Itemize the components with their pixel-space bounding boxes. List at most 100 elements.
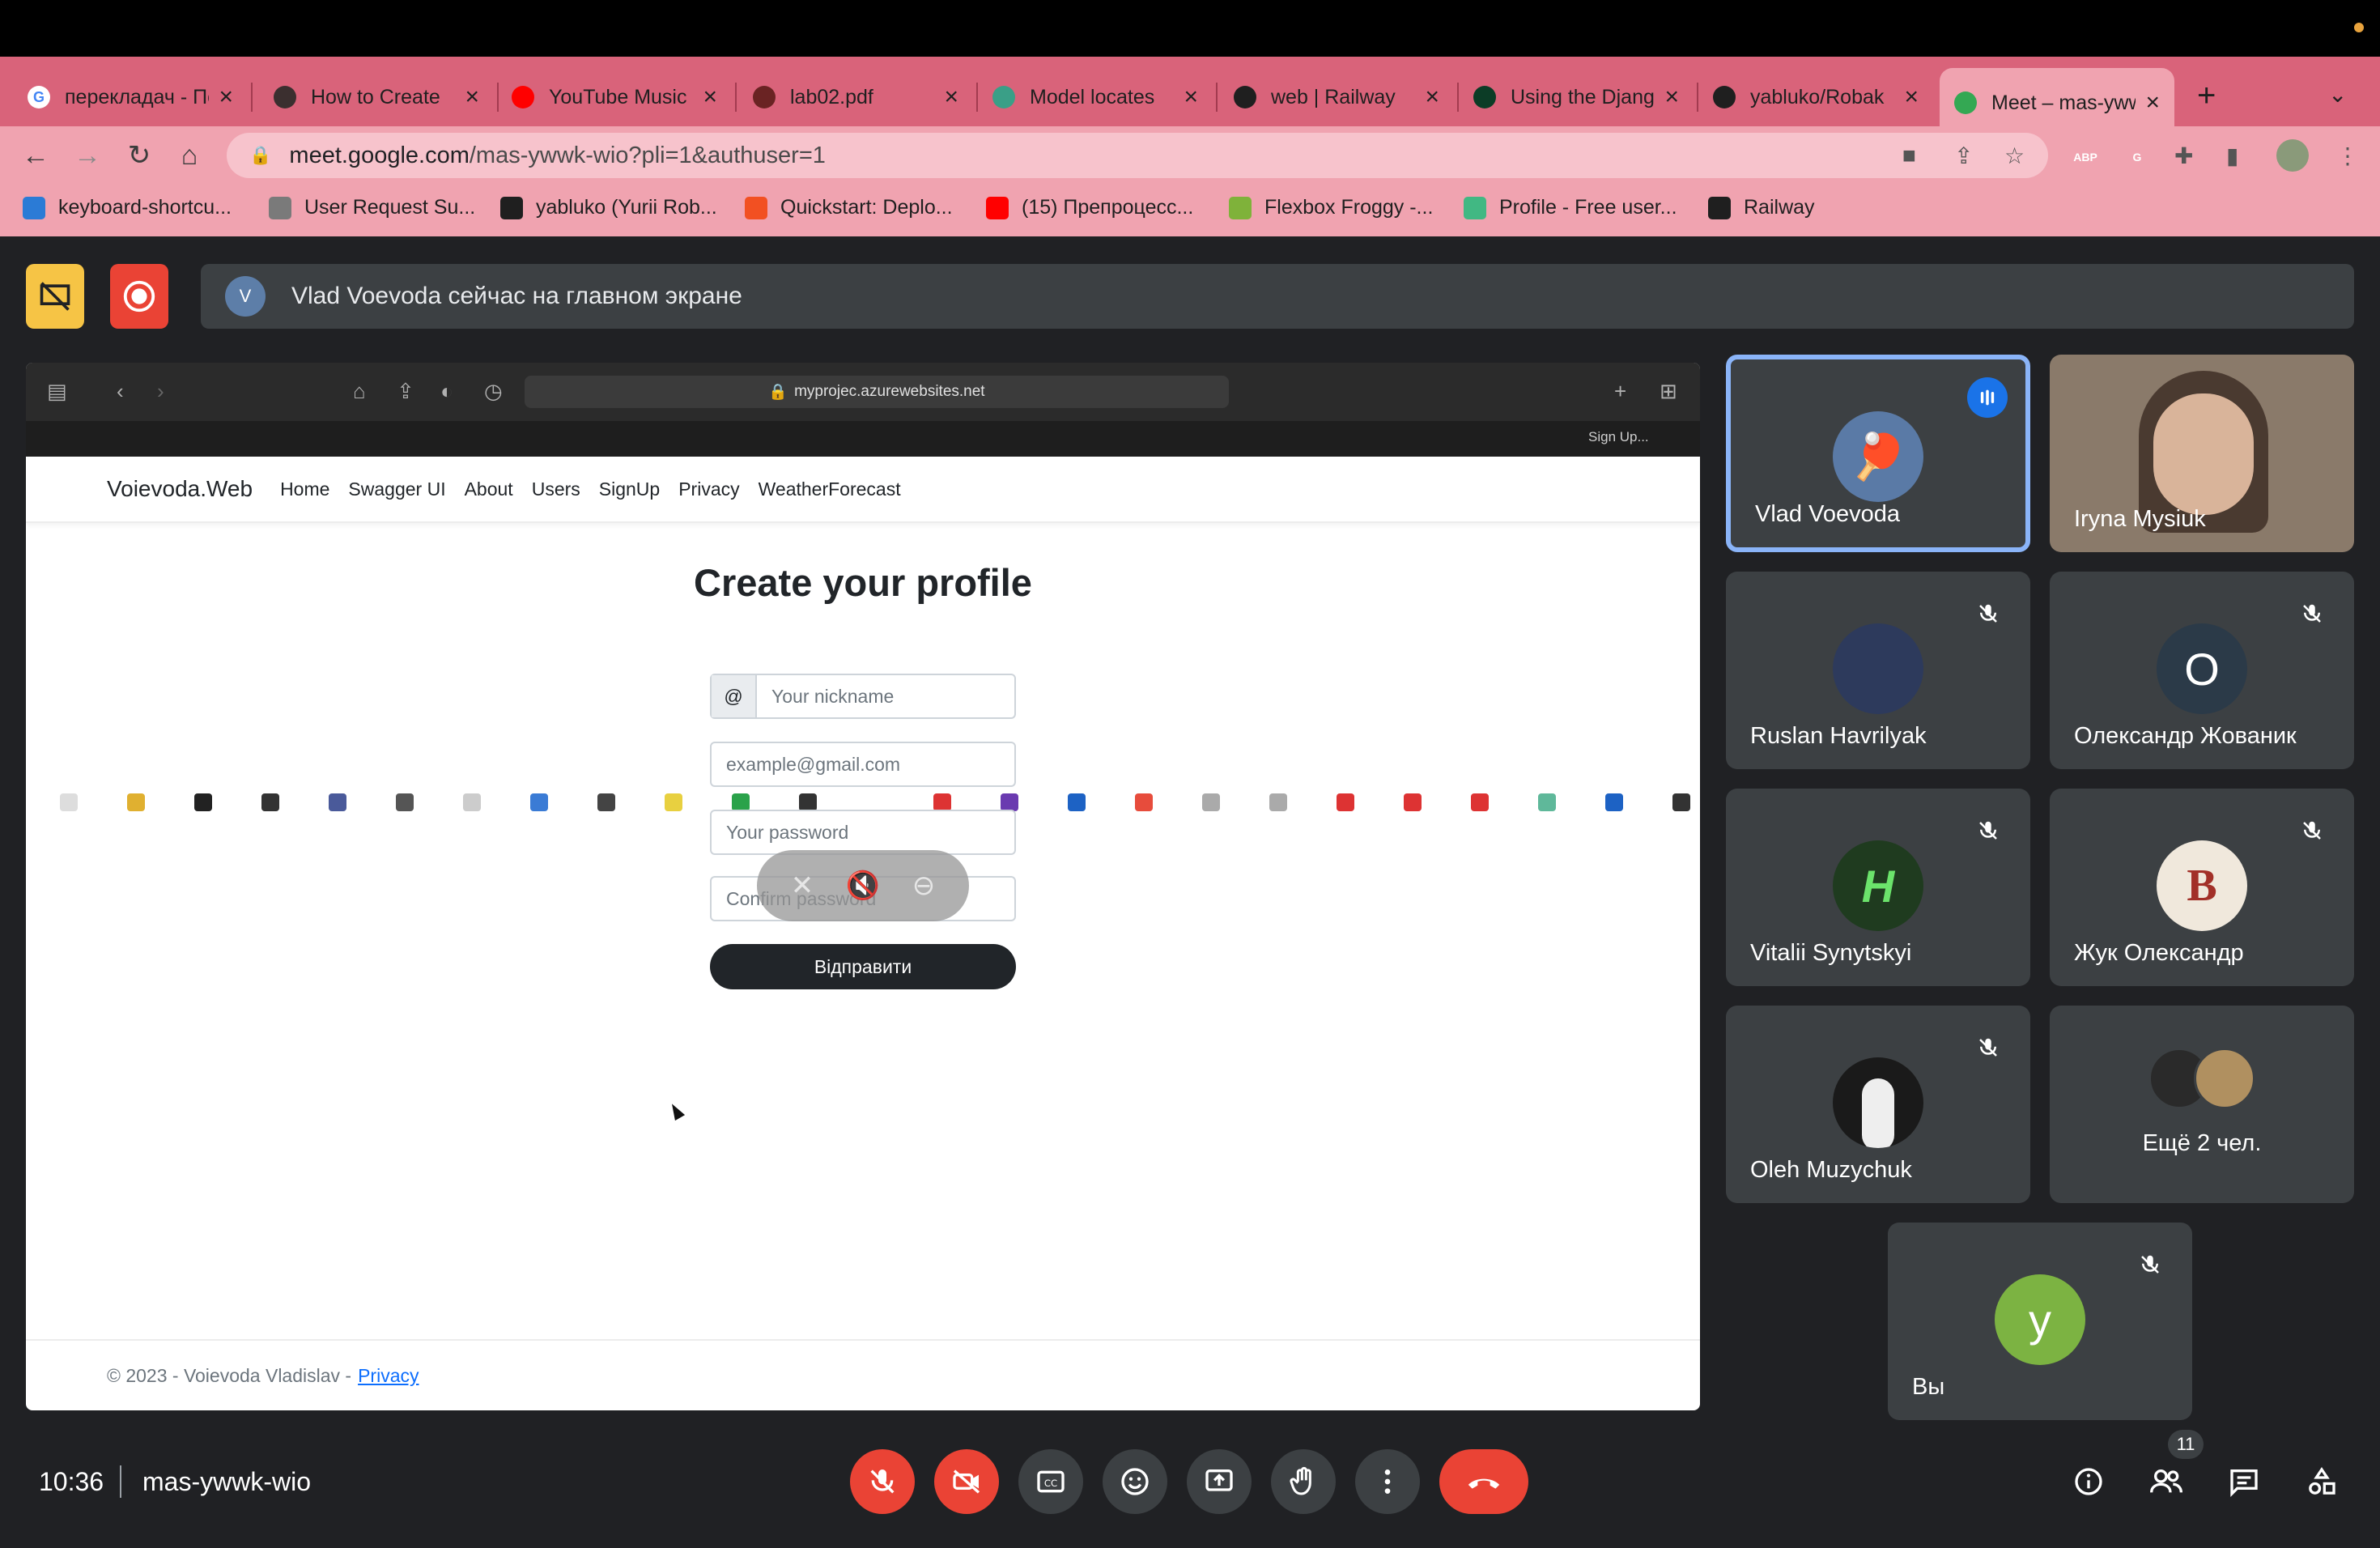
camera-toggle-button[interactable] xyxy=(934,1449,999,1514)
chat-icon[interactable] xyxy=(2225,1462,2263,1501)
present-button[interactable] xyxy=(1187,1449,1252,1514)
url-host: meet.google.com xyxy=(289,142,470,168)
presenter-avatar: V xyxy=(225,276,266,317)
captions-button[interactable]: CC xyxy=(1018,1449,1083,1514)
chrome-menu-icon[interactable]: ⋮ xyxy=(2336,142,2359,169)
tab-close-icon[interactable]: × xyxy=(703,83,717,111)
participant-tile-oleksandr[interactable]: О Олександр Жованик xyxy=(2050,572,2354,769)
email-field[interactable]: example@gmail.com xyxy=(710,742,1016,787)
participant-tile-zhuk[interactable]: B Жук Олександр xyxy=(2050,789,2354,986)
recording-button[interactable] xyxy=(110,264,168,329)
reactions-button[interactable] xyxy=(1103,1449,1167,1514)
tab-close-icon[interactable]: × xyxy=(2145,89,2160,117)
participant-tile-vlad[interactable]: 🏓 Vlad Voevoda xyxy=(1726,355,2030,552)
more-options-button[interactable] xyxy=(1355,1449,1420,1514)
nav-users[interactable]: Users xyxy=(532,478,580,500)
activities-icon[interactable] xyxy=(2302,1462,2341,1501)
shield-icon: ◐ xyxy=(440,379,453,403)
camera-indicator-icon[interactable]: ■ xyxy=(1902,142,1916,168)
participant-tile-self[interactable]: у Вы xyxy=(1888,1223,2192,1420)
bookmark-6[interactable]: Profile - Free user... xyxy=(1464,196,1677,219)
tab-close-icon[interactable]: × xyxy=(944,83,958,111)
bookmark-2[interactable]: yabluko (Yurii Rob... xyxy=(500,196,717,219)
bookmark-5[interactable]: Flexbox Froggy -... xyxy=(1229,196,1433,219)
tab-6[interactable]: Using the Django × xyxy=(1459,68,1694,126)
google-icon: G xyxy=(28,86,50,108)
bookmark-0[interactable]: keyboard-shortcu... xyxy=(23,196,232,219)
nav-swagger[interactable]: Swagger UI xyxy=(348,478,445,500)
avatar-icon xyxy=(274,86,296,108)
tab-1[interactable]: How to Create × xyxy=(259,68,494,126)
participant-tile-vitalii[interactable]: H Vitalii Synytskyi xyxy=(1726,789,2030,986)
tab-7[interactable]: yabluko/Robak × xyxy=(1698,68,1933,126)
no-video-layout-button[interactable] xyxy=(26,264,84,329)
status-dot-icon xyxy=(2354,23,2364,32)
submit-button[interactable]: Відправити xyxy=(710,944,1016,989)
address-bar[interactable]: 🔒 meet.google.com/mas-ywwk-wio?pli=1&aut… xyxy=(227,133,2048,178)
home-button[interactable]: ⌂ xyxy=(172,138,207,173)
tab-search-chevron-icon[interactable]: ⌄ xyxy=(2328,81,2347,108)
bookmark-7[interactable]: Railway xyxy=(1708,196,1815,219)
forward-button[interactable]: → xyxy=(70,138,105,173)
back-button[interactable]: ← xyxy=(18,138,53,173)
nickname-field[interactable]: @ Your nickname xyxy=(710,674,1016,719)
nav-weather[interactable]: WeatherForecast xyxy=(759,478,901,500)
tab-close-icon[interactable]: × xyxy=(1184,83,1198,111)
site-navbar: Voievoda.Web Home Swagger UI About Users… xyxy=(26,457,1700,523)
bookmark-3[interactable]: Quickstart: Deplo... xyxy=(745,196,953,219)
frog-icon xyxy=(1229,196,1252,219)
volume-off-icon[interactable]: 🔇 xyxy=(846,870,880,902)
tab-0[interactable]: Gперекладач - Пошук Google × xyxy=(13,68,248,126)
favorite-site-icon xyxy=(665,793,682,811)
favorite-site-icon xyxy=(1135,793,1153,811)
favorite-site-icon xyxy=(127,793,145,811)
footer-privacy-link[interactable]: Privacy xyxy=(358,1365,419,1387)
nav-about[interactable]: About xyxy=(465,478,513,500)
translate-extension-icon[interactable]: G xyxy=(2123,142,2152,172)
translate-label: G xyxy=(2132,151,2142,164)
nav-signup[interactable]: SignUp xyxy=(599,478,660,500)
tab-3[interactable]: lab02.pdf × xyxy=(738,68,973,126)
tab-close-icon[interactable]: × xyxy=(219,83,233,111)
tab-close-icon[interactable]: × xyxy=(1664,83,1679,111)
favorite-site-icon xyxy=(1269,793,1287,811)
bookmark-1[interactable]: User Request Su... xyxy=(269,196,475,219)
bookmark-4[interactable]: (15) Препроцесс... xyxy=(986,196,1193,219)
site-brand[interactable]: Voievoda.Web xyxy=(107,476,253,502)
participant-tile-ruslan[interactable]: Ruslan Havrilyak xyxy=(1726,572,2030,769)
participant-tile-oleh[interactable]: Oleh Muzychuk xyxy=(1726,1006,2030,1203)
nickname-placeholder: Your nickname xyxy=(771,685,895,707)
tab-4[interactable]: Model locates × xyxy=(978,68,1213,126)
bookmark-star-icon[interactable]: ☆ xyxy=(2004,142,2025,169)
reload-button[interactable]: ↻ xyxy=(121,138,157,173)
participant-avatar xyxy=(1833,1057,1923,1148)
tab-title: lab02.pdf xyxy=(790,85,873,108)
extensions-puzzle-icon[interactable]: ✚ xyxy=(2174,142,2193,169)
new-tab-button[interactable]: + xyxy=(2197,78,2216,114)
password-field[interactable]: Your password xyxy=(710,810,1016,855)
people-icon[interactable] xyxy=(2147,1462,2186,1501)
share-icon[interactable]: ⇪ xyxy=(1954,142,1973,169)
tab-close-icon[interactable]: × xyxy=(1425,83,1439,111)
mic-toggle-button[interactable] xyxy=(850,1449,915,1514)
nav-home[interactable]: Home xyxy=(280,478,329,500)
participant-tile-iryna[interactable]: Iryna Mysiuk xyxy=(2050,355,2354,552)
participant-tile-more[interactable]: Ещё 2 чел. xyxy=(2050,1006,2354,1203)
adblock-extension-icon[interactable]: ABP xyxy=(2071,142,2100,172)
home-icon: ⌂ xyxy=(353,379,366,403)
side-panel-icon[interactable]: ▮ xyxy=(2226,142,2238,169)
adblock-label: ABP xyxy=(2073,151,2097,164)
tab-5[interactable]: web | Railway × xyxy=(1219,68,1454,126)
tab-2[interactable]: YouTube Music × xyxy=(497,68,732,126)
meeting-info-icon[interactable] xyxy=(2069,1462,2108,1501)
tab-close-icon[interactable]: × xyxy=(465,83,479,111)
tab-close-icon[interactable]: × xyxy=(1904,83,1919,111)
profile-avatar[interactable] xyxy=(2276,139,2309,172)
remove-icon[interactable]: ⊖ xyxy=(912,870,936,902)
leave-call-button[interactable] xyxy=(1439,1449,1528,1514)
pin-off-icon[interactable]: ✕ xyxy=(791,870,814,902)
nav-privacy[interactable]: Privacy xyxy=(678,478,739,500)
raise-hand-button[interactable] xyxy=(1271,1449,1336,1514)
favorite-site-icon xyxy=(463,793,481,811)
favorite-site-icon xyxy=(1672,793,1690,811)
